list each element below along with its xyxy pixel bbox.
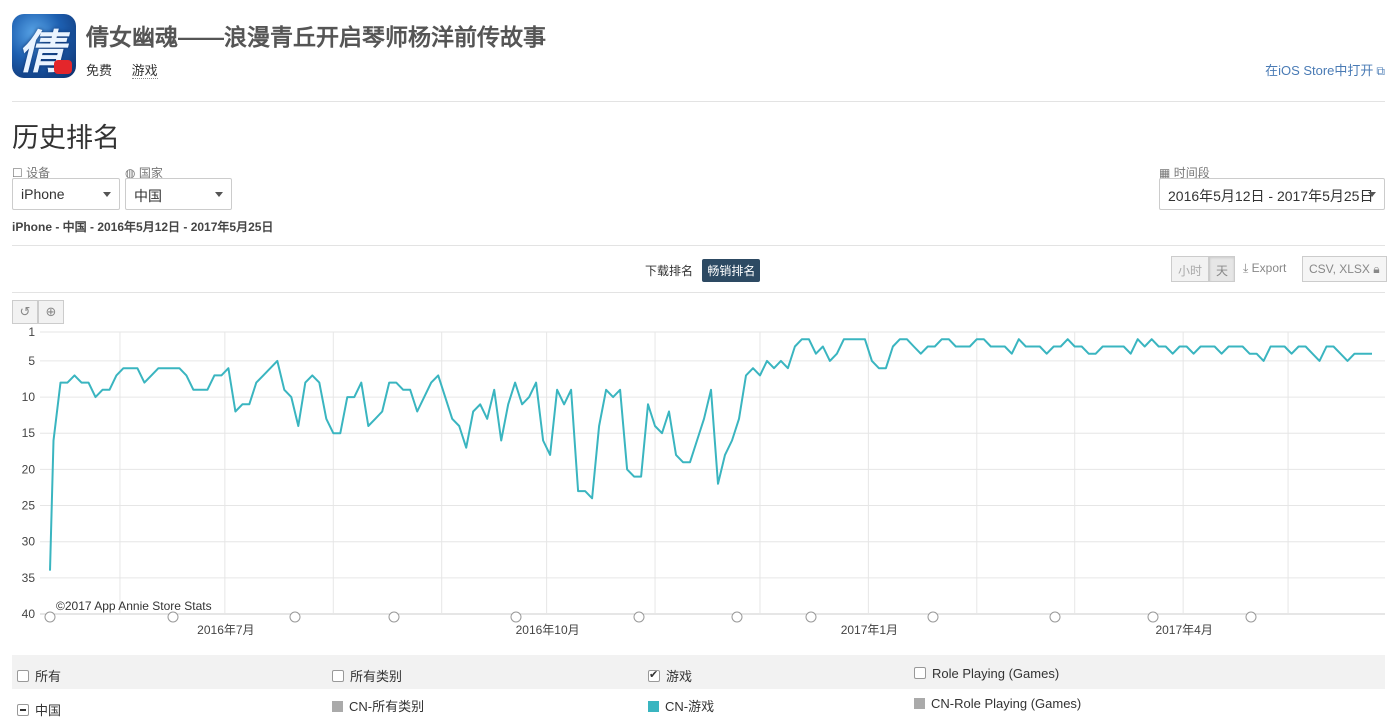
hour-button[interactable]: 小时 <box>1171 256 1210 282</box>
annotation-marker <box>44 611 56 623</box>
chart-watermark: ©2017 App Annie Store Stats <box>56 599 212 613</box>
device-select[interactable]: iPhone <box>12 178 120 210</box>
chevron-down-icon <box>215 192 223 197</box>
annotation-marker <box>167 611 179 623</box>
annotation-marker <box>805 611 817 623</box>
app-header: 倩 倩女幽魂——浪漫青丘开启琴师杨洋前传故事 免费 游戏 在iOS Store中… <box>12 14 1385 84</box>
day-button[interactable]: 天 <box>1209 256 1236 282</box>
checkbox[interactable] <box>332 670 344 682</box>
y-tick-label: 5 <box>28 354 35 368</box>
zoom-icon: ⊕ <box>45 304 57 319</box>
tab-grossing-rank[interactable]: 畅销排名 <box>702 259 761 282</box>
rank-chart: 15101520253035402016年7月 2016年10月 2017年1月 20… <box>22 325 1385 637</box>
country-select[interactable]: 中国 <box>125 178 232 210</box>
legend-country-row[interactable]: 中国 <box>17 700 61 719</box>
y-tick-label: 1 <box>28 325 35 339</box>
device-select-value: iPhone <box>21 186 65 202</box>
reset-icon: ↺ <box>19 304 31 319</box>
series-swatch <box>648 701 659 712</box>
tab-download-rank[interactable]: 下载排名 <box>645 264 693 278</box>
chevron-down-icon <box>103 192 111 197</box>
annotation-marker <box>388 611 400 623</box>
y-tick-label: 40 <box>22 607 36 621</box>
open-in-store-label: 在iOS Store中打开 <box>1265 63 1374 78</box>
lock-icon: 🔒︎ <box>1373 262 1380 276</box>
annotation-marker <box>1245 611 1257 623</box>
series-cn-all-categories[interactable]: CN-所有类别 <box>332 696 424 715</box>
annotation-marker <box>289 611 301 623</box>
series-swatch <box>332 701 343 712</box>
chevron-down-icon <box>1368 192 1376 197</box>
x-tick-label: 2017年1月 <box>841 623 898 637</box>
app-icon: 倩 <box>12 14 76 78</box>
legend-role-playing[interactable]: Role Playing (Games) <box>914 666 1059 681</box>
checkbox[interactable] <box>914 667 926 679</box>
app-price: 免费 <box>86 63 113 78</box>
period-select[interactable]: 2016年5月12日 - 2017年5月25日 <box>1159 178 1385 210</box>
annotation-marker <box>633 611 645 623</box>
y-tick-label: 10 <box>22 390 36 404</box>
annotation-marker <box>731 611 743 623</box>
download-icon: ⤓ <box>1243 261 1249 275</box>
external-link-icon: ⧉ <box>1376 64 1385 78</box>
country-select-value: 中国 <box>134 188 162 204</box>
annotation-marker <box>1147 611 1159 623</box>
y-tick-label: 20 <box>22 462 36 476</box>
export-format-label: CSV, XLSX <box>1309 262 1370 276</box>
open-in-store-link[interactable]: 在iOS Store中打开 ⧉ <box>1265 60 1385 79</box>
app-meta: 免费 游戏 <box>86 60 174 79</box>
app-genre-link[interactable]: 游戏 <box>131 63 158 79</box>
rank-type-tabs: 下载排名 畅销排名 <box>645 259 761 282</box>
annotation-marker <box>510 611 522 623</box>
summary-divider <box>12 245 1385 246</box>
toolbar-divider <box>12 292 1385 293</box>
series-cn-games[interactable]: CN-游戏 <box>648 696 714 715</box>
series-swatch <box>914 698 925 709</box>
app-icon-badge <box>54 60 72 74</box>
filter-summary: iPhone - 中国 - 2016年5月12日 - 2017年5月25日 <box>12 220 274 234</box>
collapse-checkbox[interactable] <box>17 704 29 716</box>
section-title: 历史排名 <box>12 123 120 153</box>
header-divider <box>12 101 1385 102</box>
series-cn-role-playing[interactable]: CN-Role Playing (Games) <box>914 696 1081 711</box>
x-tick-label: 2016年10月 <box>516 623 580 637</box>
checkbox-checked[interactable] <box>648 668 660 682</box>
series-line-cn-games <box>49 338 1372 571</box>
export-format-button[interactable]: CSV, XLSX 🔒︎ <box>1302 256 1387 282</box>
legend-header: 所有 所有类别 游戏 Role Playing (Games) <box>12 655 1385 689</box>
legend-all[interactable]: 所有 <box>17 666 61 685</box>
y-tick-label: 30 <box>22 535 36 549</box>
period-select-value: 2016年5月12日 - 2017年5月25日 <box>1168 188 1374 204</box>
y-tick-label: 15 <box>22 426 36 440</box>
app-title: 倩女幽魂——浪漫青丘开启琴师杨洋前传故事 <box>86 24 546 50</box>
export-button[interactable]: ⤓ Export <box>1243 261 1286 276</box>
x-tick-label: 2017年4月 <box>1155 623 1212 637</box>
annotation-marker <box>1049 611 1061 623</box>
granularity-toggle: 小时 天 <box>1171 256 1236 282</box>
annotation-marker <box>927 611 939 623</box>
y-tick-label: 35 <box>22 571 36 585</box>
legend-games[interactable]: 游戏 <box>648 666 692 685</box>
legend-all-categories[interactable]: 所有类别 <box>332 666 402 685</box>
export-label: Export <box>1251 261 1287 275</box>
y-tick-label: 25 <box>22 499 36 513</box>
checkbox[interactable] <box>17 670 29 682</box>
x-tick-label: 2016年7月 <box>197 623 254 637</box>
